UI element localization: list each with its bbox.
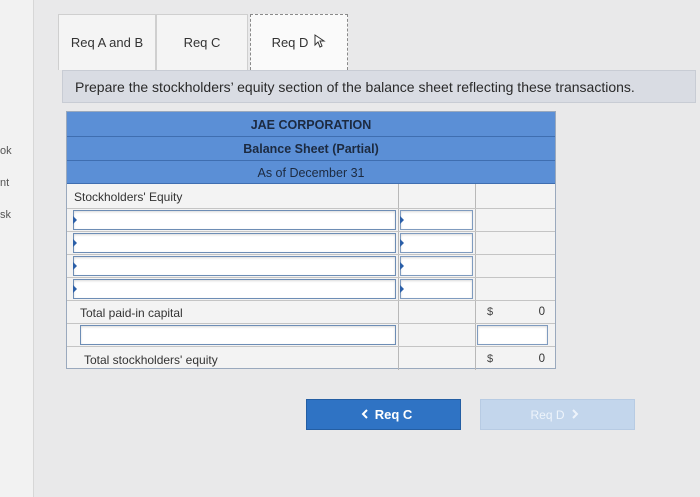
equity-item-4-label-input[interactable] [73,279,396,299]
instruction-text: Prepare the stockholders’ equity section… [62,70,696,103]
input-marker-icon [73,262,77,270]
equity-item-3-label-input[interactable] [73,256,396,276]
sidebar-item-3[interactable]: sk [0,209,11,221]
statement-title: Balance Sheet (Partial) [243,142,379,156]
balance-sheet-table: JAE CORPORATION Balance Sheet (Partial) … [66,111,556,370]
mouse-cursor-icon [314,34,327,51]
input-marker-icon [73,216,77,224]
total-paid-in-capital-value: 0 [538,306,545,318]
chevron-right-icon [571,408,579,422]
chevron-left-icon [361,407,369,422]
input-marker-icon [400,239,404,247]
total-stockholders-equity-value: 0 [538,353,545,365]
equity-item-1-amount-input[interactable] [400,210,473,230]
tab-label: Req D [271,35,309,50]
tab-req-d[interactable]: Req D [250,14,348,70]
equity-item-5-amount-input[interactable] [477,325,548,345]
stockholders-equity-label: Stockholders' Equity [74,190,183,204]
statement-date: As of December 31 [257,166,365,180]
equity-item-2-amount-input[interactable] [400,233,473,253]
prev-button-label: Req C [374,407,413,422]
equity-item-2-label-input[interactable] [73,233,396,253]
currency-symbol: $ [487,353,494,365]
next-req-d-button[interactable]: Req D [480,399,635,430]
tab-label: Req C [183,35,221,50]
next-button-label: Req D [530,407,565,422]
equity-item-4-amount-input[interactable] [400,279,473,299]
sidebar-item-1[interactable]: ok [0,145,12,157]
currency-symbol: $ [487,306,494,318]
tab-req-a-and-b[interactable]: Req A and B [58,14,156,70]
input-marker-icon [400,216,404,224]
prev-req-c-button[interactable]: Req C [306,399,461,430]
input-marker-icon [400,262,404,270]
sheet-header: JAE CORPORATION Balance Sheet (Partial) … [67,112,555,184]
input-marker-icon [73,285,77,293]
equity-item-5-label-input[interactable] [80,325,396,345]
company-name: JAE CORPORATION [250,118,372,132]
left-sidebar: ok nt sk [0,0,34,497]
input-marker-icon [400,285,404,293]
tab-req-c[interactable]: Req C [156,14,248,70]
equity-item-1-label-input[interactable] [73,210,396,230]
total-stockholders-equity-label: Total stockholders' equity [84,353,218,367]
equity-item-3-amount-input[interactable] [400,256,473,276]
tab-label: Req A and B [70,35,144,50]
sidebar-item-2[interactable]: nt [0,177,9,189]
input-marker-icon [73,239,77,247]
total-paid-in-capital-label: Total paid-in capital [80,306,183,320]
